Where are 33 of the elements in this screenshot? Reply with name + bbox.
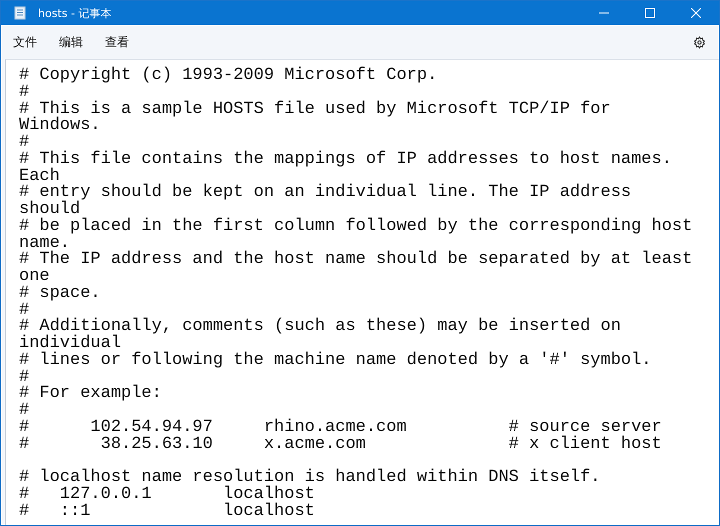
menu-item[interactable]: 文件	[12, 30, 38, 54]
notepad-icon	[14, 6, 26, 20]
text-line: Each	[19, 168, 60, 186]
text-line: # 127.0.0.1 localhost	[19, 486, 316, 504]
text-line: Windows.	[19, 118, 102, 135]
text-line: # space.	[19, 286, 102, 302]
text-line: #	[19, 84, 30, 102]
text-line: # Copyright (c) 1993-2009 Microsoft Corp.	[19, 68, 438, 85]
settings-icon	[693, 36, 706, 48]
text-line: # 102.54.94.97 rhino.acme.com # source server	[19, 420, 663, 436]
text-line: #	[19, 302, 30, 320]
text-line: # This file contains the mappings of IP addresses to host names.	[19, 152, 673, 168]
text-line: # For example:	[19, 386, 163, 403]
text-line: # 38.25.63.10 x.acme.com # x client host	[19, 436, 663, 454]
close-icon	[691, 8, 701, 18]
text-line: # localhost name resolution is handled within DNS itself.	[19, 470, 602, 487]
text-line: # lines or following the machine name denoted by a '#' symbol.	[19, 352, 653, 370]
text-line: #	[19, 135, 30, 152]
menu-item[interactable]: 查看	[104, 30, 130, 54]
text-line: #	[19, 370, 30, 386]
text-line: # Additionally, comments (such as these) may be inserted on	[19, 319, 622, 336]
text-line: one	[19, 269, 51, 286]
text-line: # entry should be kept on an individual line. The IP address	[19, 185, 632, 202]
text-line: # The IP address and the host name should be separated by at least	[19, 252, 694, 269]
text-line: should	[19, 202, 80, 219]
text-line: individual	[19, 336, 122, 353]
settings-button[interactable]	[691, 34, 708, 50]
window-title: hosts - 记事本	[38, 6, 112, 20]
text-line: # ::1 localhost	[19, 504, 316, 520]
maximize-icon	[645, 8, 655, 18]
text-line: # be placed in the first column followed by the corresponding host	[19, 218, 694, 236]
menu-item[interactable]: 编辑	[58, 30, 84, 54]
text-line: #	[19, 403, 30, 420]
